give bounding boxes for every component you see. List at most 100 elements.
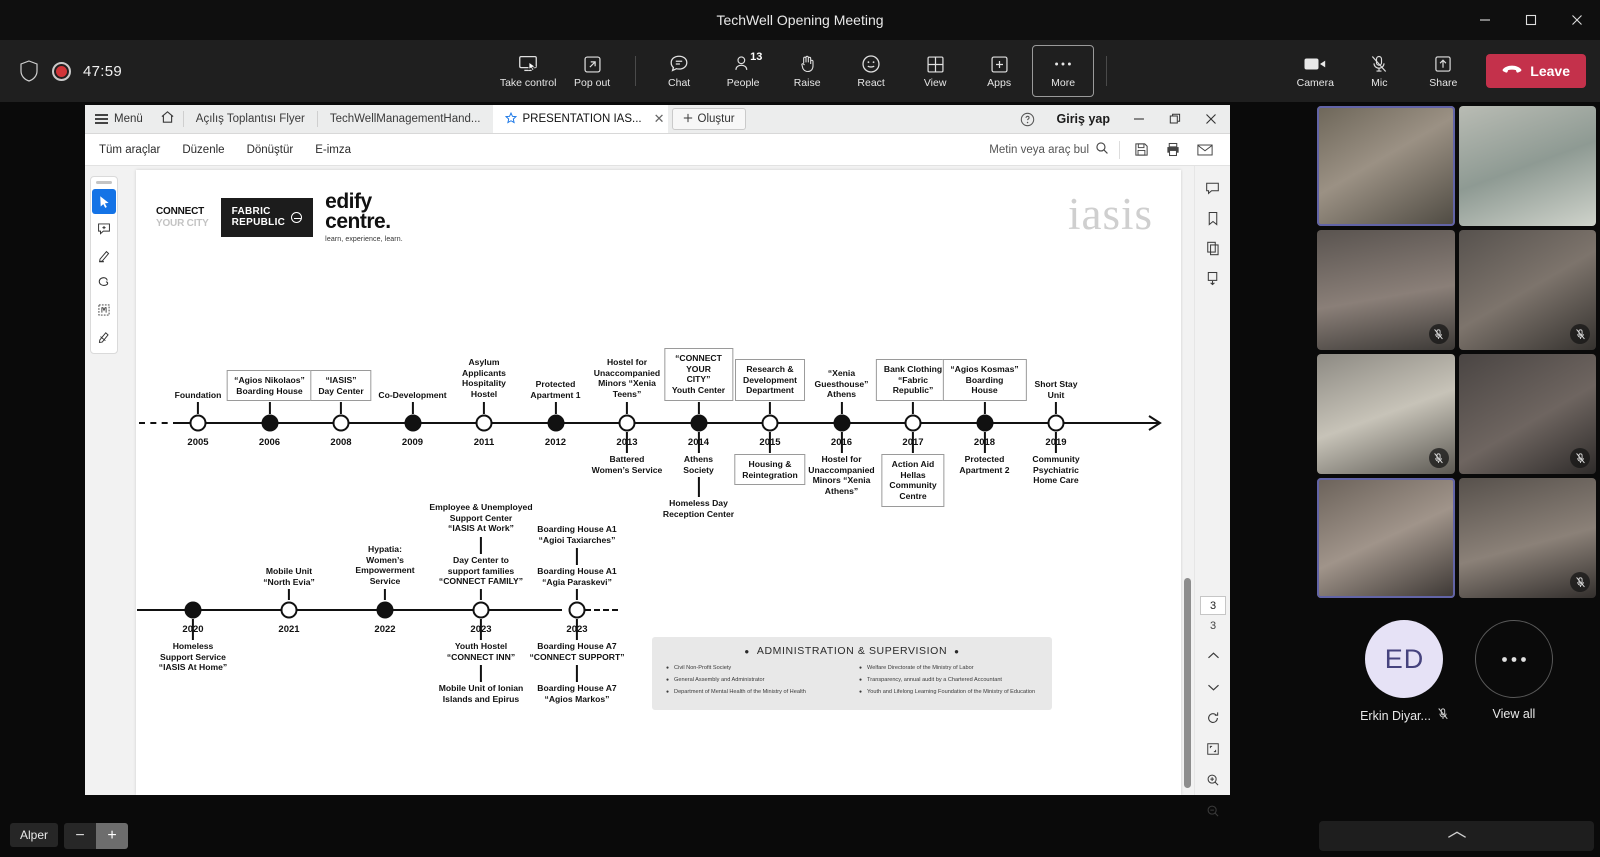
close-tab-icon[interactable]: ✕ xyxy=(654,111,665,127)
maximize-button[interactable] xyxy=(1508,0,1554,40)
page-number-input[interactable]: 3 xyxy=(1200,596,1226,615)
timeline-node xyxy=(568,601,586,619)
document-viewport[interactable]: CONNECT YOUR CITY FABRIC REPUBLIC edify xyxy=(123,166,1194,795)
timeline-label-below: Youth Hostel “CONNECT INN” xyxy=(446,641,516,662)
chat-button[interactable]: Chat xyxy=(648,45,710,97)
video-tile-8[interactable] xyxy=(1458,478,1596,598)
pdf-tab-1[interactable]: Açılış Toplantısı Flyer xyxy=(184,105,317,133)
video-tile-1[interactable] xyxy=(1317,106,1455,226)
video-tile-6[interactable] xyxy=(1458,354,1596,474)
timeline-node xyxy=(184,601,202,619)
video-tile-2[interactable] xyxy=(1458,106,1596,226)
timeline-node xyxy=(376,601,394,619)
view-all-cell[interactable]: View all xyxy=(1474,620,1553,721)
timeline-node xyxy=(472,601,490,619)
timeline-node xyxy=(261,414,278,432)
video-tile-5[interactable] xyxy=(1317,354,1455,474)
react-smiley-icon xyxy=(860,53,882,75)
minimize-button[interactable] xyxy=(1462,0,1508,40)
participant-cell[interactable]: ED Erkin Diyar... xyxy=(1360,620,1449,724)
share-button[interactable]: Share xyxy=(1412,45,1474,97)
fit-page-icon[interactable] xyxy=(1200,737,1226,761)
timeline-year: 2005 xyxy=(187,437,209,448)
highlight-icon[interactable] xyxy=(92,243,116,268)
view-all-button[interactable] xyxy=(1474,620,1553,698)
help-circle-icon[interactable] xyxy=(1011,105,1045,134)
people-button[interactable]: 13 People xyxy=(712,45,774,97)
redact-icon[interactable] xyxy=(92,324,116,349)
email-icon[interactable] xyxy=(1194,139,1216,161)
tool-edit[interactable]: Düzenle xyxy=(182,144,224,156)
comments-panel-icon[interactable] xyxy=(1200,176,1226,200)
pdf-menu-button[interactable]: Menü xyxy=(85,105,153,133)
zoom-in-button[interactable]: + xyxy=(96,823,128,849)
zoom-out-icon[interactable] xyxy=(1200,799,1226,823)
create-button[interactable]: Oluştur xyxy=(671,108,746,130)
roster-expand-tray[interactable] xyxy=(1319,821,1594,851)
more-ellipsis-icon xyxy=(1502,656,1526,662)
save-icon[interactable] xyxy=(1130,139,1152,161)
copy-pages-icon[interactable] xyxy=(1200,236,1226,260)
leave-button[interactable]: Leave xyxy=(1486,54,1586,88)
view-button[interactable]: View xyxy=(904,45,966,97)
administration-supervision-box: ● ADMINISTRATION & SUPERVISION ● ● Civil … xyxy=(652,637,1052,710)
camera-label: Camera xyxy=(1296,77,1334,90)
tool-esign[interactable]: E-imza xyxy=(315,144,351,156)
take-control-button[interactable]: Take control xyxy=(497,45,559,97)
document-scrollbar[interactable] xyxy=(1183,168,1192,791)
signin-button[interactable]: Giriş yap xyxy=(1047,112,1121,126)
toolbar-grip[interactable] xyxy=(96,181,112,184)
chevron-down-icon[interactable] xyxy=(1200,675,1226,699)
find-input[interactable]: Metin veya araç bul xyxy=(989,141,1109,158)
video-tile-3[interactable] xyxy=(1317,230,1455,350)
apps-button[interactable]: Apps xyxy=(968,45,1030,97)
tool-convert[interactable]: Dönüştür xyxy=(247,144,294,156)
rotate-icon[interactable] xyxy=(1200,706,1226,730)
mic-muted-icon xyxy=(1428,324,1449,344)
pdf-tab-2[interactable]: TechWellManagementHand... xyxy=(318,105,493,133)
react-button[interactable]: React xyxy=(840,45,902,97)
select-cursor-icon[interactable] xyxy=(92,189,116,214)
connector-stem xyxy=(479,589,483,600)
video-tile-4[interactable] xyxy=(1458,230,1596,350)
more-button[interactable]: More xyxy=(1032,45,1095,97)
mic-button[interactable]: Mic xyxy=(1348,45,1410,97)
connector-stem xyxy=(575,665,579,682)
mic-label: Mic xyxy=(1371,77,1388,90)
draw-freehand-icon[interactable] xyxy=(92,270,116,295)
print-icon[interactable] xyxy=(1162,139,1184,161)
chevron-up-icon[interactable] xyxy=(1200,644,1226,668)
select-text-icon[interactable] xyxy=(92,297,116,322)
leave-label: Leave xyxy=(1530,63,1570,79)
zoom-out-button[interactable]: − xyxy=(64,823,96,849)
close-button[interactable] xyxy=(1554,0,1600,40)
share-up-icon xyxy=(1433,53,1453,75)
meeting-status-group: 47:59 xyxy=(0,59,330,83)
pop-out-button[interactable]: Pop out xyxy=(561,45,623,97)
organize-pages-icon[interactable] xyxy=(1200,266,1226,290)
connector-stem xyxy=(625,432,629,453)
zoom-in-icon[interactable] xyxy=(1200,768,1226,792)
camera-button[interactable]: Camera xyxy=(1284,45,1346,97)
user-name-chip: Alper xyxy=(10,823,59,847)
add-comment-icon[interactable] xyxy=(92,216,116,241)
bookmark-icon[interactable] xyxy=(1200,206,1226,230)
tool-all-tools[interactable]: Tüm araçlar xyxy=(99,144,160,156)
people-count-badge: 13 xyxy=(750,51,763,63)
administration-columns: ● Civil Non-Profit Society ● General Assemb… xyxy=(652,665,1052,696)
pdf-restore-button[interactable] xyxy=(1158,105,1192,134)
pdf-tab-bar: Menü Açılış Toplantısı Flyer TechWellMan… xyxy=(85,105,1230,134)
raise-hand-button[interactable]: Raise xyxy=(776,45,838,97)
pdf-minimize-button[interactable] xyxy=(1122,105,1156,134)
connector-stem xyxy=(575,619,579,640)
timeline-year: 2009 xyxy=(401,437,424,448)
connector-stem xyxy=(697,402,700,414)
video-tile-7[interactable] xyxy=(1317,478,1455,598)
pdf-home-button[interactable] xyxy=(153,105,183,133)
pdf-tools-bar: Tüm araçlar Düzenle Dönüştür E-imza Meti… xyxy=(85,134,1230,166)
scrollbar-thumb[interactable] xyxy=(1184,578,1191,788)
more-ellipsis-icon xyxy=(1052,53,1074,75)
pdf-tab-3[interactable]: PRESENTATION IAS... ✕ xyxy=(492,105,668,133)
admin-list-item: ● Youth and Lifelong Learning Foundation … xyxy=(859,689,1038,696)
pdf-close-button[interactable] xyxy=(1194,105,1228,134)
